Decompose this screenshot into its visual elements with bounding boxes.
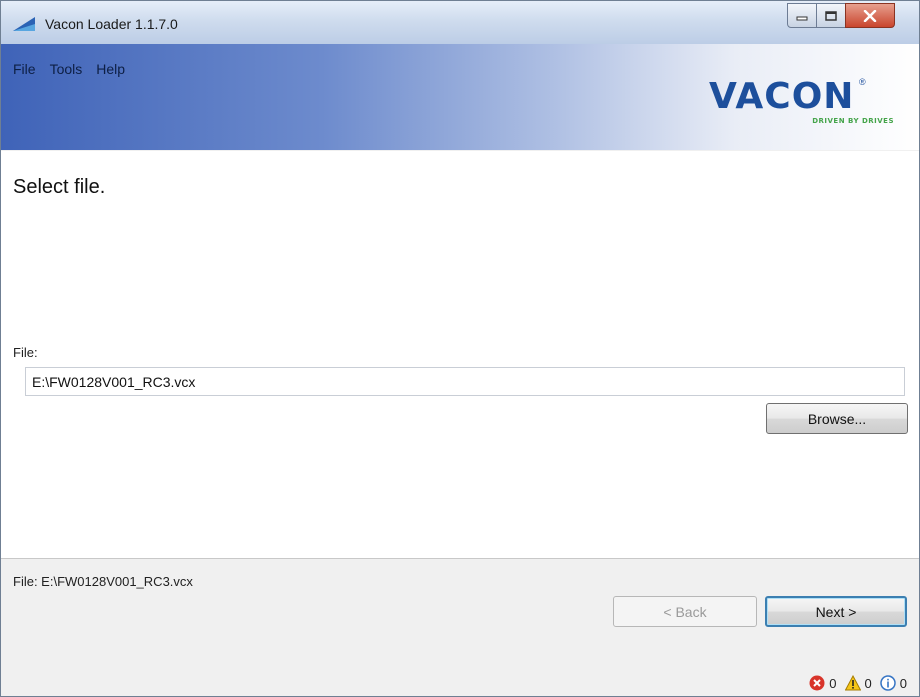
minimize-button[interactable] [787,3,817,28]
warning-count: 0 [864,675,872,691]
info-icon [880,675,896,691]
menu-file[interactable]: File [13,61,36,77]
close-icon [863,9,877,22]
minimize-icon [796,16,808,20]
registered-mark: ® [859,77,866,87]
error-icon [809,675,825,691]
back-button[interactable]: < Back [613,596,757,627]
warning-icon [844,675,861,691]
error-count: 0 [829,675,837,691]
application-window: Vacon Loader 1.1.7.0 File Tools Help VAC… [0,0,920,697]
footer-panel: File: E:\FW0128V001_RC3.vcx < Back Next … [1,558,919,696]
file-label: File: [13,345,38,360]
close-button[interactable] [845,3,895,28]
info-count: 0 [899,675,907,691]
title-bar[interactable]: Vacon Loader 1.1.7.0 [1,1,919,44]
menu-help[interactable]: Help [96,61,125,77]
menu-bar: File Tools Help [13,61,125,77]
vacon-logo: VACON ® DRIVEN BY DRIVES [709,76,899,126]
file-path-input[interactable] [25,367,905,396]
menu-banner: File Tools Help VACON ® DRIVEN BY DRIVES [1,44,919,150]
browse-button[interactable]: Browse... [766,403,908,434]
app-icon [13,17,35,31]
window-title: Vacon Loader 1.1.7.0 [45,16,178,32]
message-counts: 0 0 0 [809,675,907,691]
logo-tagline: DRIVEN BY DRIVES [812,117,894,125]
maximize-icon [825,10,837,21]
page-title: Select file. [13,176,106,198]
status-file-text: File: E:\FW0128V001_RC3.vcx [13,574,193,589]
main-content: Select file. File: Browse... [1,151,919,558]
next-button[interactable]: Next > [765,596,907,627]
maximize-button[interactable] [816,3,846,28]
logo-brand: VACON [709,76,855,117]
menu-tools[interactable]: Tools [50,61,83,77]
